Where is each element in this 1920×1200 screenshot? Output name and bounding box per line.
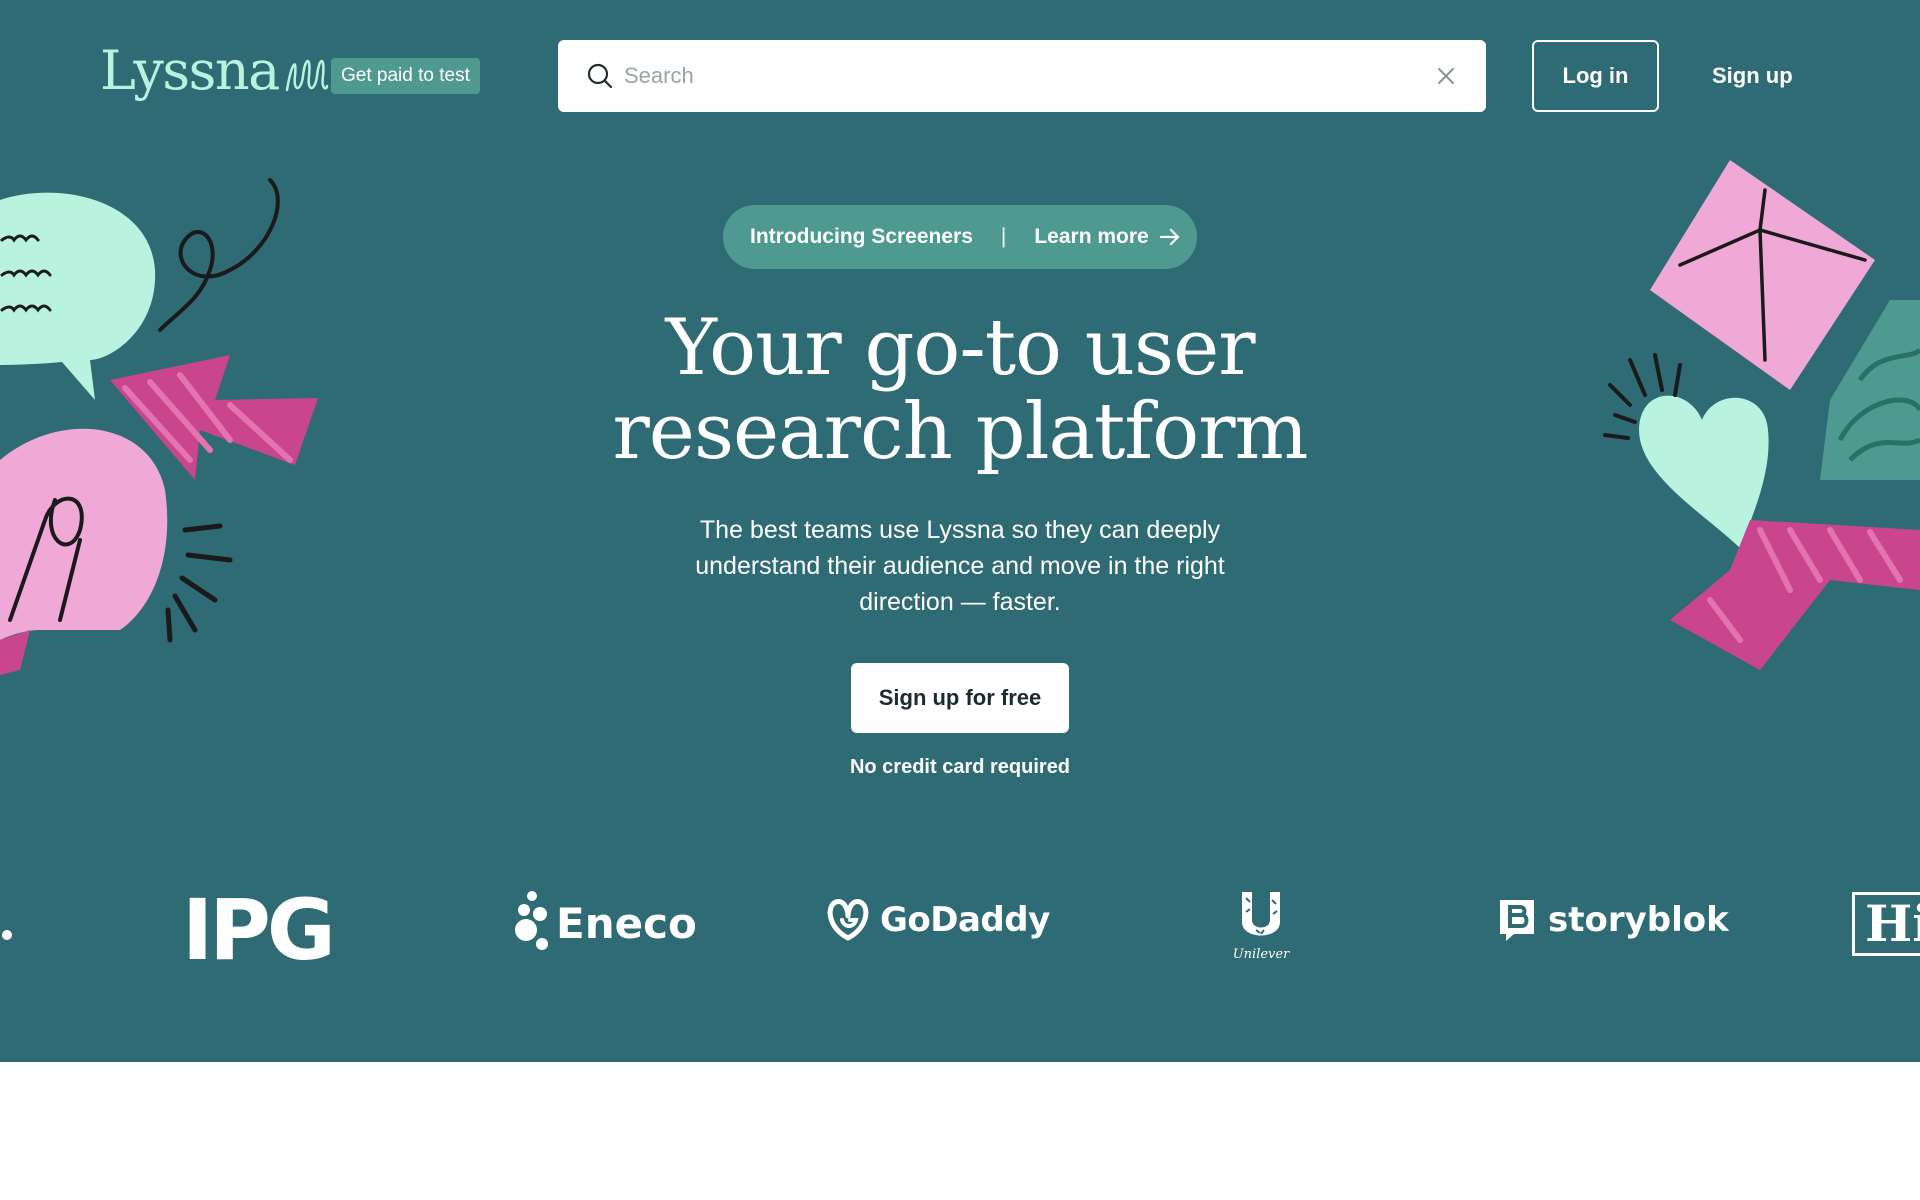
right-illustration xyxy=(1603,160,1920,670)
arrow-right-icon xyxy=(1159,228,1179,246)
page-title: Your go-to user research platform xyxy=(612,303,1309,477)
pill-divider: | xyxy=(1000,225,1007,248)
customer-logos: IPG Eneco GoDaddy Unilever storyblok H xyxy=(0,880,1920,980)
clear-icon[interactable] xyxy=(1436,66,1456,86)
unilever-wordmark: Unilever xyxy=(1232,947,1290,962)
eneco-wordmark: Eneco xyxy=(556,898,697,948)
godaddy-logo: GoDaddy xyxy=(824,898,1050,942)
get-paid-badge[interactable]: Get paid to test xyxy=(331,58,480,94)
eneco-dots-icon xyxy=(515,891,548,950)
ipg-logo: IPG xyxy=(182,881,336,979)
hero-subtext: The best teams use Lyssna so they can de… xyxy=(695,516,1225,616)
godaddy-wordmark: GoDaddy xyxy=(880,900,1050,940)
login-button[interactable]: Log in xyxy=(1532,40,1659,112)
search-bar[interactable] xyxy=(558,40,1486,112)
storyblok-logo: storyblok xyxy=(1498,898,1729,942)
announcement-text: Introducing Screeners xyxy=(750,225,973,248)
logo-wordmark: Lyssna xyxy=(100,39,280,102)
eneco-logo: Eneco xyxy=(512,888,697,958)
left-illustration xyxy=(0,178,318,675)
logo-squiggle-icon xyxy=(285,59,329,92)
lyssna-logo[interactable]: Lyssna xyxy=(100,44,329,98)
hero-section: Lyssna Get paid to test Log in Sign up I… xyxy=(0,0,1920,1062)
no-credit-card-note: No credit card required xyxy=(849,756,1071,778)
search-icon xyxy=(587,63,613,89)
logo-fragment xyxy=(2,930,12,940)
signup-link[interactable]: Sign up xyxy=(1712,40,1793,112)
learn-more-link[interactable]: Learn more xyxy=(1034,225,1148,249)
unilever-logo: Unilever xyxy=(1232,890,1290,962)
signup-free-button[interactable]: Sign up for free xyxy=(851,663,1069,733)
announcement-pill[interactable]: Introducing Screeners | Learn more xyxy=(723,205,1197,269)
storyblok-wordmark: storyblok xyxy=(1548,900,1729,940)
unilever-u-icon xyxy=(1242,892,1280,936)
storyblok-mark-icon xyxy=(1500,900,1534,941)
search-input[interactable] xyxy=(624,40,1384,112)
partial-logo: Hi xyxy=(1852,892,1920,956)
godaddy-mark-icon xyxy=(827,899,869,941)
